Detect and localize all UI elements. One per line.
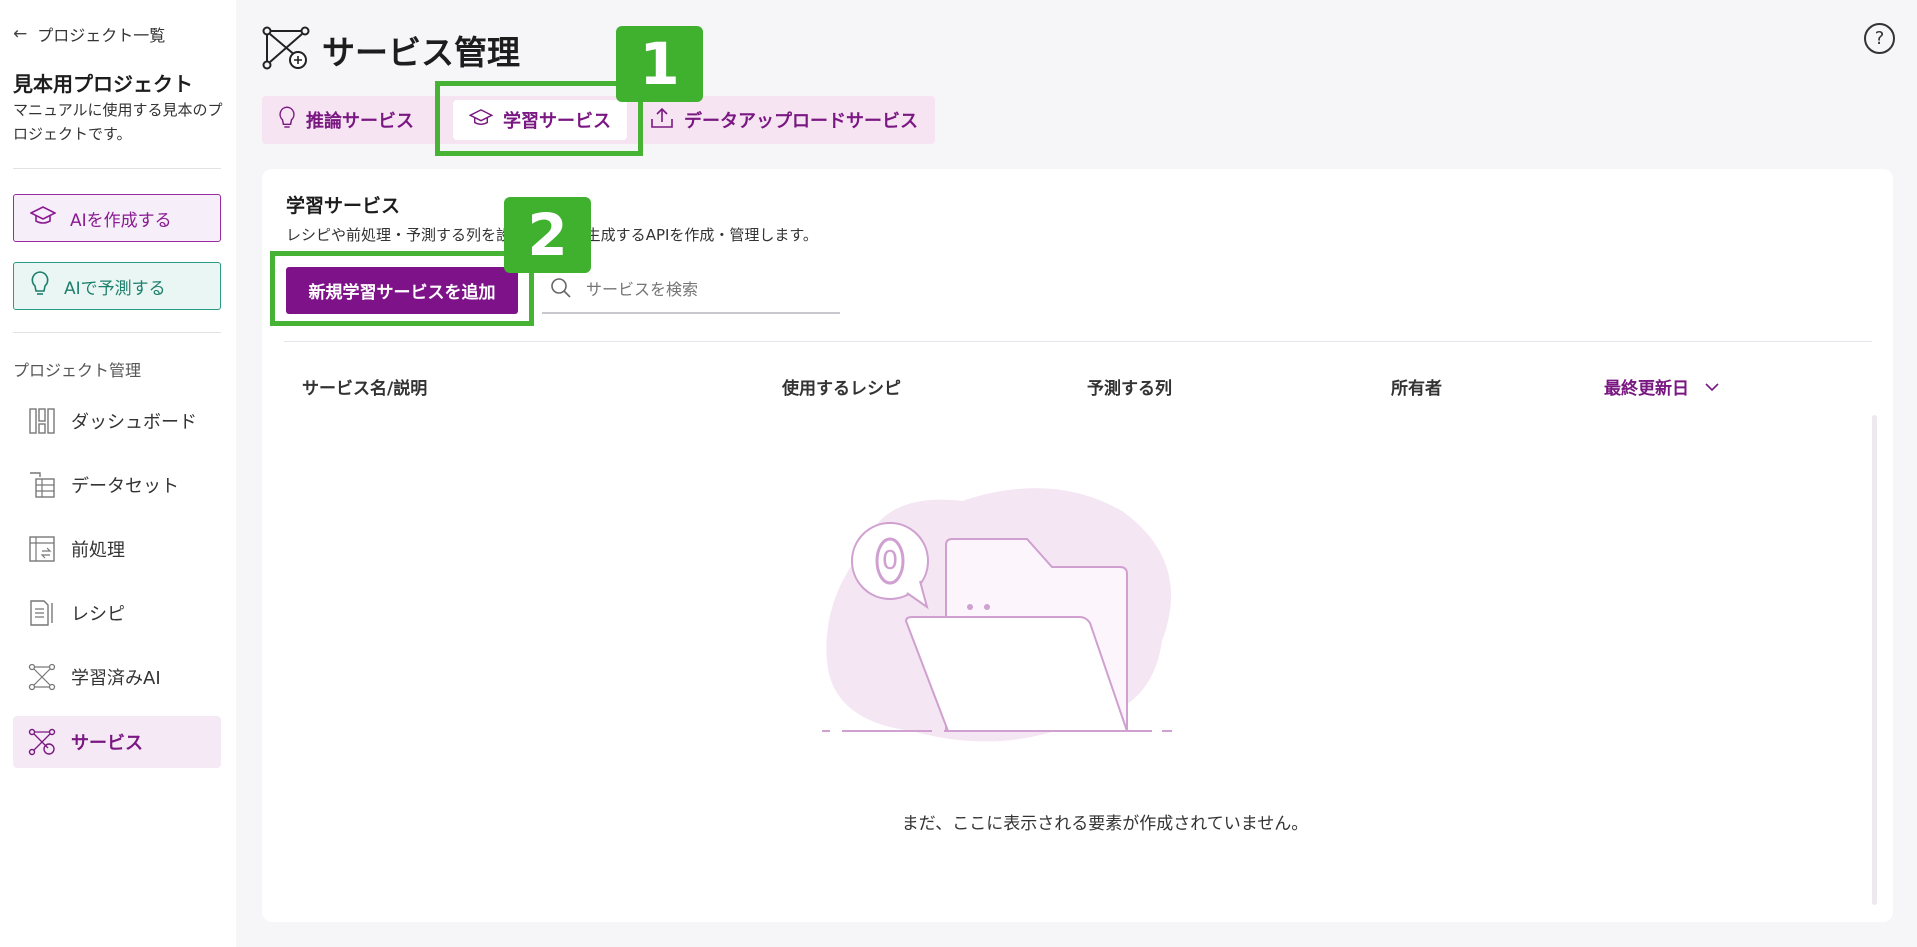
project-name: 見本用プロジェクト — [13, 72, 193, 96]
column-header-service-name[interactable]: サービス名/説明 — [302, 374, 427, 399]
sidebar-divider — [13, 168, 221, 169]
sidebar-item-label: 学習済みAI — [71, 668, 161, 689]
project-management-heading: プロジェクト管理 — [13, 361, 142, 380]
callout-number-1: 1 — [616, 26, 703, 102]
table-scrollbar[interactable] — [1872, 415, 1877, 905]
sidebar-item-recipe[interactable]: レシピ — [13, 587, 221, 639]
predict-ai-label: AIで予測する — [64, 278, 166, 299]
create-ai-button[interactable]: AIを作成する — [13, 194, 221, 242]
sidebar-divider — [13, 332, 221, 333]
create-ai-label: AIを作成する — [70, 210, 172, 231]
sidebar-item-dataset[interactable]: データセット — [13, 459, 221, 511]
help-icon[interactable]: ? — [1864, 23, 1895, 54]
sidebar-item-trained-ai[interactable]: 学習済みAI — [13, 651, 221, 703]
dataset-icon — [27, 470, 57, 500]
bulb-icon — [278, 105, 296, 136]
empty-state-message: まだ、ここに表示される要素が作成されていません。 — [901, 814, 1309, 834]
column-header-last-updated[interactable]: 最終更新日 — [1604, 374, 1719, 399]
trained-ai-icon — [27, 662, 57, 692]
callout-box-1 — [435, 81, 643, 156]
sidebar-item-label: レシピ — [71, 604, 125, 625]
callout-box-2 — [270, 251, 534, 326]
sidebar-item-preprocess[interactable]: 前処理 — [13, 523, 221, 575]
sidebar-item-service[interactable]: サービス — [13, 716, 221, 768]
tab-label: 推論サービス — [306, 111, 414, 132]
back-link-label: プロジェクト一覧 — [37, 26, 166, 45]
service-icon — [262, 26, 310, 74]
recipe-icon — [27, 598, 57, 628]
project-description: マニュアルに使用する見本のプロジェクトです。 — [13, 101, 223, 143]
tab-data-upload-service[interactable]: データアップロードサービス — [638, 100, 930, 140]
dashboard-icon — [27, 406, 57, 436]
chevron-down-icon — [1705, 377, 1719, 397]
page-title: サービス管理 — [262, 26, 520, 74]
bulb-icon — [30, 270, 50, 303]
tab-inference-service[interactable]: 推論サービス — [266, 100, 426, 140]
column-header-recipe[interactable]: 使用するレシピ — [782, 374, 901, 399]
column-header-owner[interactable]: 所有者 — [1391, 374, 1442, 399]
back-to-projects-link[interactable]: ← プロジェクト一覧 — [13, 22, 165, 46]
service-icon — [27, 727, 57, 757]
predict-ai-button[interactable]: AIで予測する — [13, 262, 221, 310]
preprocess-icon — [27, 534, 57, 564]
graduation-cap-icon — [29, 205, 57, 231]
sidebar: ← プロジェクト一覧 見本用プロジェクト マニュアルに使用する見本のプロジェクト… — [0, 0, 236, 947]
sidebar-item-label: 前処理 — [71, 540, 125, 561]
panel-title: 学習サービス — [286, 195, 401, 217]
sidebar-item-label: サービス — [71, 733, 143, 754]
search-input[interactable] — [586, 280, 816, 299]
search-icon — [550, 277, 572, 303]
table-divider — [284, 341, 1872, 342]
column-header-label: 最終更新日 — [1604, 379, 1689, 399]
empty-badge: 0 — [882, 546, 899, 576]
page-title-text: サービス管理 — [322, 33, 520, 72]
sidebar-item-label: データセット — [71, 476, 179, 497]
callout-number-2: 2 — [504, 197, 591, 273]
tab-label: データアップロードサービス — [684, 111, 918, 132]
empty-folder-illustration: 0 — [822, 488, 1172, 742]
sidebar-item-dashboard[interactable]: ダッシュボード — [13, 395, 221, 447]
upload-icon — [650, 107, 674, 134]
service-search[interactable] — [542, 267, 840, 314]
column-header-target-column[interactable]: 予測する列 — [1087, 374, 1172, 399]
arrow-left-icon: ← — [13, 24, 28, 44]
sidebar-item-label: ダッシュボード — [71, 412, 197, 433]
